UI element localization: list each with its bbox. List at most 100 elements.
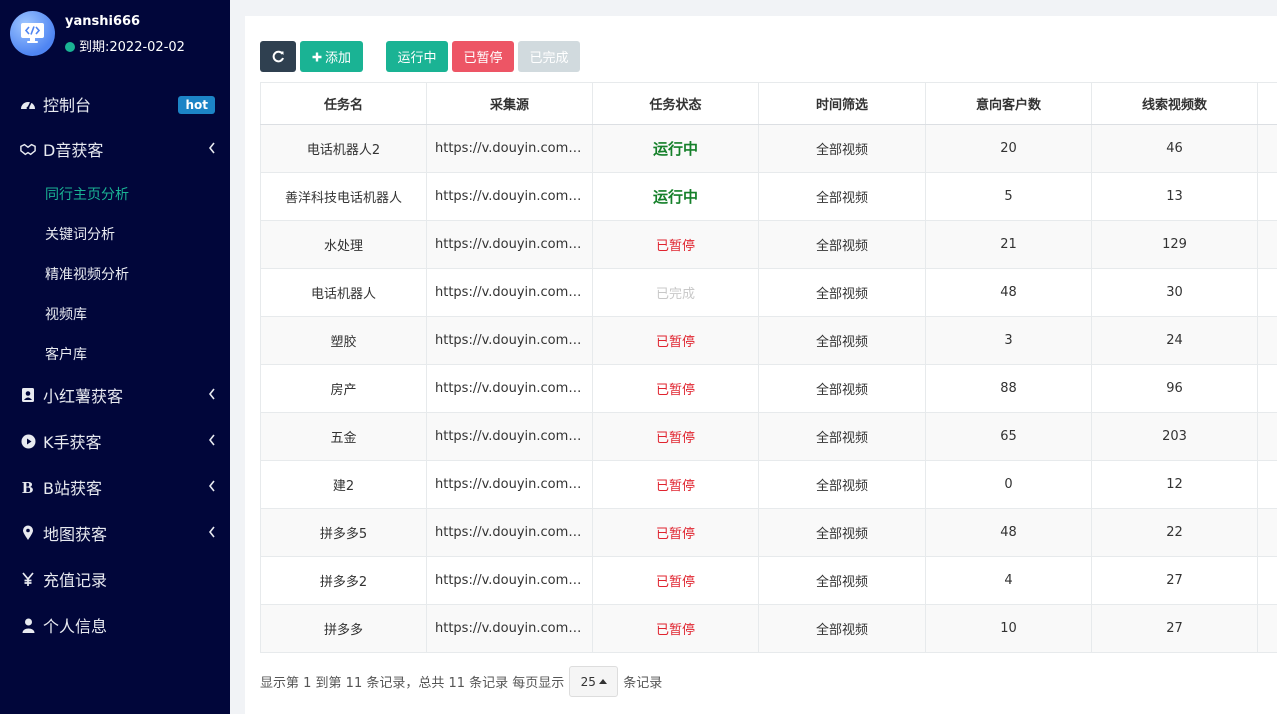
yen-icon	[20, 571, 36, 587]
page-size-dropdown[interactable]: 25	[569, 666, 619, 697]
column-header-task-name[interactable]: 任务名	[260, 82, 427, 125]
sidebar-subitem-customer-library[interactable]: 客户库	[45, 344, 87, 364]
map-marker-icon	[20, 525, 36, 541]
filter-done-button[interactable]: 已完成	[518, 41, 580, 72]
status-cell-text[interactable]: 运行中	[653, 140, 698, 158]
videos-cell-text: 22	[1166, 525, 1183, 540]
status-cell: 已暂停	[592, 604, 759, 653]
sidebar-subitem-competitor-analysis[interactable]: 同行主页分析	[45, 184, 129, 204]
source-cell: https://v.douyin.com/Rp...	[426, 508, 593, 557]
filter-paused-button[interactable]: 已暂停	[452, 41, 514, 72]
pagination-summary: 显示第 1 到第 11 条记录，总共 11 条记录 每页显示	[260, 676, 565, 691]
expire-text: 到期:2022-02-02	[79, 40, 185, 55]
add-button[interactable]: 添加	[300, 41, 363, 72]
sidebar-subitem-video-library[interactable]: 视频库	[45, 304, 87, 324]
customers-cell-text: 21	[1000, 237, 1017, 252]
sidebar-subitem-video-analysis[interactable]: 精准视频分析	[45, 264, 129, 284]
sidebar-item-dashboard[interactable]: 控制台 hot	[0, 84, 230, 124]
table-row[interactable]: 五金 https://v.douyin.com/Rp... 已暂停 全部视频 65 203	[260, 412, 1277, 461]
status-cell-text[interactable]: 运行中	[653, 188, 698, 206]
column-header-customers[interactable]: 意向客户数	[925, 82, 1092, 125]
sidebar-item-bilibili[interactable]: B B站获客	[0, 467, 230, 507]
time-filter-cell: 全部视频	[758, 460, 926, 509]
column-header-source[interactable]: 采集源	[426, 82, 593, 125]
filter-running-button[interactable]: 运行中	[386, 41, 448, 72]
dashboard-icon	[20, 96, 36, 112]
user-panel: yanshi666 到期:2022-02-02	[10, 10, 225, 60]
time-filter-cell: 全部视频	[758, 556, 926, 605]
sidebar-item-recharge[interactable]: 充值记录	[0, 559, 230, 599]
status-cell-text[interactable]: 已暂停	[656, 527, 695, 542]
plus-icon	[312, 52, 322, 61]
source-cell: https://v.douyin.com/R...	[426, 220, 593, 269]
videos-cell-text: 12	[1166, 477, 1183, 492]
videos-cell: 203	[1091, 412, 1258, 461]
task-name-cell: 建2	[260, 460, 427, 509]
customers-cell-text: 3	[1004, 333, 1013, 348]
handshake-icon	[20, 141, 36, 157]
task-name-cell-text: 拼多多	[323, 623, 363, 638]
task-name-cell: 水处理	[260, 220, 427, 269]
source-cell-text: https://v.douyin.com/R...	[435, 237, 593, 252]
videos-cell-text: 203	[1162, 429, 1187, 444]
status-cell-text[interactable]: 已暂停	[656, 479, 695, 494]
customers-cell-text: 5	[1004, 189, 1013, 204]
table-row[interactable]: 电话机器人2 https://v.douyin.com/R... 运行中 全部视频 20…	[260, 124, 1277, 173]
task-name-cell-text: 拼多多2	[319, 575, 368, 590]
refresh-button[interactable]	[260, 41, 296, 72]
source-cell-text: https://v.douyin.com/R...	[435, 333, 593, 348]
status-cell-text[interactable]: 已暂停	[656, 431, 695, 446]
videos-cell: 129	[1091, 220, 1258, 269]
videos-cell: 13	[1091, 172, 1258, 221]
sidebar-item-map[interactable]: 地图获客	[0, 513, 230, 553]
customers-cell: 48	[925, 268, 1092, 317]
task-name-cell-text: 塑胶	[330, 335, 357, 350]
sidebar-item-profile[interactable]: 个人信息	[0, 605, 230, 645]
status-cell-text[interactable]: 已暂停	[656, 239, 695, 254]
sidebar-subitem-keyword-analysis[interactable]: 关键词分析	[45, 224, 115, 244]
table-row[interactable]: 建2 https://v.douyin.com/Rp... 已暂停 全部视频 0 12	[260, 460, 1277, 509]
status-cell-text[interactable]: 已完成	[656, 287, 695, 302]
videos-cell: 12	[1091, 460, 1258, 509]
task-table: 任务名 采集源 任务状态 时间筛选 意向客户数 线索视频数 电话机器人2 http…	[260, 82, 1277, 653]
status-cell-text[interactable]: 已暂停	[656, 575, 695, 590]
videos-cell-text: 129	[1162, 237, 1187, 252]
task-name-cell: 房产	[260, 364, 427, 413]
table-row[interactable]: 拼多多2 https://v.douyin.com/Rp... 已暂停 全部视频 4 27	[260, 556, 1277, 605]
table-row[interactable]: 房产 https://v.douyin.com/Rv... 已暂停 全部视频 88 96	[260, 364, 1277, 413]
table-row[interactable]: 塑胶 https://v.douyin.com/R... 已暂停 全部视频 3 24	[260, 316, 1277, 365]
extra-cell	[1257, 508, 1277, 557]
column-header-videos[interactable]: 线索视频数	[1091, 82, 1258, 125]
table-row[interactable]: 拼多多 https://v.douyin.com/Rp... 已暂停 全部视频 10 27	[260, 604, 1277, 653]
avatar[interactable]	[10, 11, 55, 56]
table-row[interactable]: 拼多多5 https://v.douyin.com/Rp... 已暂停 全部视频 48 2…	[260, 508, 1277, 557]
task-name-cell-text: 五金	[330, 431, 357, 446]
column-header-status[interactable]: 任务状态	[592, 82, 759, 125]
sidebar-item-label: 小红薯获客	[43, 387, 124, 406]
sidebar: yanshi666 到期:2022-02-02 控制台 hot D音获客 同行主…	[0, 0, 230, 714]
source-cell: https://v.douyin.com/R...	[426, 268, 593, 317]
status-cell-text[interactable]: 已暂停	[656, 623, 695, 638]
source-cell: https://v.douyin.com/R...	[426, 316, 593, 365]
status-cell-text[interactable]: 已暂停	[656, 335, 695, 350]
status-cell-text[interactable]: 已暂停	[656, 383, 695, 398]
table-row[interactable]: 电话机器人 https://v.douyin.com/R... 已完成 全部视频 48 3…	[260, 268, 1277, 317]
sidebar-item-label: 地图获客	[43, 525, 108, 544]
table-body: 电话机器人2 https://v.douyin.com/R... 运行中 全部视频 20…	[260, 124, 1277, 653]
videos-cell: 27	[1091, 556, 1258, 605]
online-status-dot	[65, 42, 75, 52]
sidebar-item-douyin[interactable]: D音获客	[0, 129, 230, 169]
time-filter-cell: 全部视频	[758, 364, 926, 413]
table-row[interactable]: 水处理 https://v.douyin.com/R... 已暂停 全部视频 21 129	[260, 220, 1277, 269]
sidebar-item-kuaishou[interactable]: K手获客	[0, 421, 230, 461]
column-header-time-filter[interactable]: 时间筛选	[758, 82, 926, 125]
customers-cell: 5	[925, 172, 1092, 221]
table-row[interactable]: 善洋科技电话机器人 https://v.douyin.com/R... 运行中 全部视…	[260, 172, 1277, 221]
sidebar-item-xiaohongshu[interactable]: 小红薯获客	[0, 375, 230, 415]
extra-cell	[1257, 316, 1277, 365]
time-filter-cell: 全部视频	[758, 412, 926, 461]
play-circle-icon	[20, 433, 36, 449]
task-name-cell: 五金	[260, 412, 427, 461]
customers-cell: 0	[925, 460, 1092, 509]
videos-cell: 30	[1091, 268, 1258, 317]
